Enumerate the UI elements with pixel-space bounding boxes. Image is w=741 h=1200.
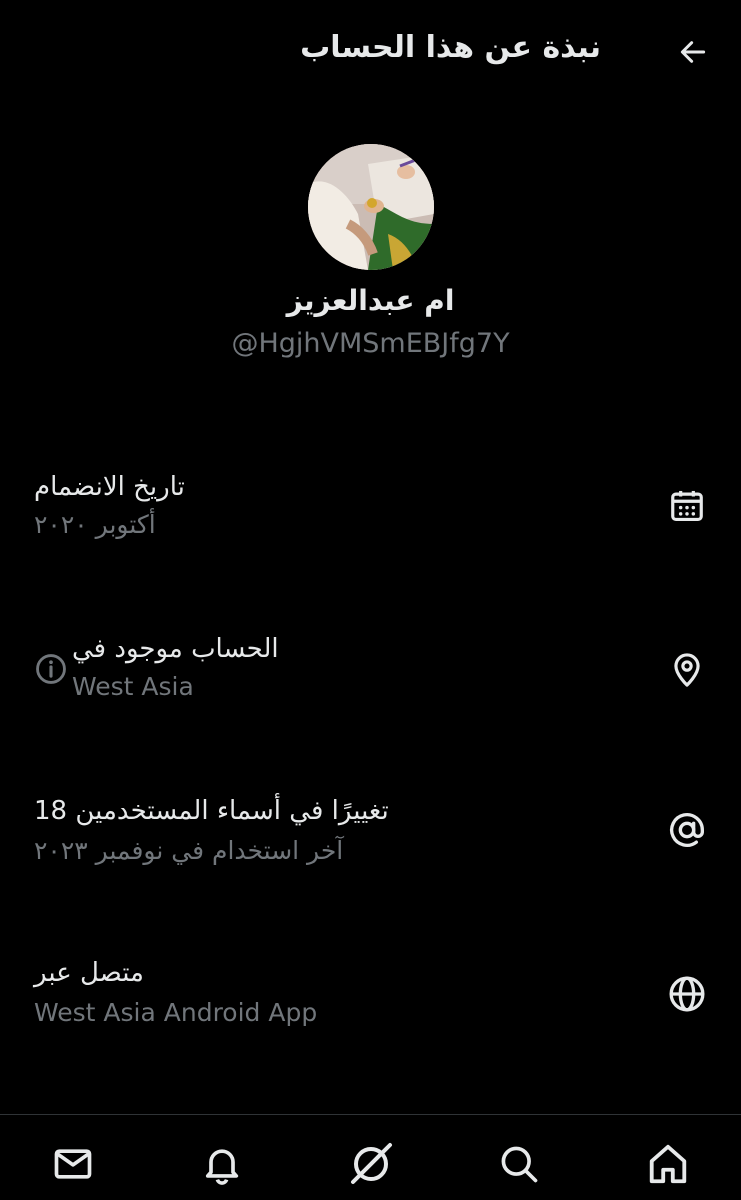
row-subtitle-join-date: أكتوبر ٢٠٢٠ [34,510,156,539]
calendar-icon [671,490,703,522]
row-icon-join-date [665,484,709,528]
row-title-join-date: تاريخ الانضمام [34,472,185,502]
row-title-username-changes: تغييرًا في أسماء المستخدمين 18 [34,796,389,826]
bell-icon [205,1149,239,1185]
info-row-join-date: تاريخ الانضمام أكتوبر ٢٠٢٠ [0,460,741,570]
search-icon [501,1146,538,1183]
avatar-image [308,144,434,270]
nav-grok-button[interactable] [346,1139,396,1189]
info-row-username-changes: تغييرًا في أسماء المستخدمين 18 آخر استخد… [0,786,741,896]
info-button[interactable] [34,652,68,686]
row-icon-connected-via [665,972,709,1016]
info-row-connected-via: متصل عبر West Asia Android App [0,950,741,1060]
row-subtitle-username-changes: آخر استخدام في نوفمبر ٢٠٢٣ [34,836,344,865]
mail-icon [54,1149,92,1179]
nav-notifications-button[interactable] [197,1139,247,1189]
back-button[interactable] [673,32,713,72]
row-subtitle-connected-via: West Asia Android App [34,998,318,1027]
nav-search-button[interactable] [494,1139,544,1189]
row-icon-username-changes [665,808,709,852]
globe-icon [669,976,705,1012]
about-account-page: نبذة عن هذا الحساب ام عبدالعزيز @HgjhVMS… [0,0,741,1200]
username-handle: @HgjhVMSmEBJfg7Y [231,328,510,359]
row-subtitle-account-location: West Asia [72,672,194,701]
grok-icon [351,1143,392,1184]
row-icon-account-location [665,648,709,692]
arrow-left-icon [680,41,706,63]
row-title-account-location: الحساب موجود في [72,634,279,664]
bottom-navigation-bar [0,1114,741,1200]
header: نبذة عن هذا الحساب [0,0,741,104]
page-title: نبذة عن هذا الحساب [300,30,601,65]
at-sign-icon [670,813,704,847]
info-icon [36,654,66,684]
avatar[interactable] [308,144,434,270]
info-row-account-location: الحساب موجود في West Asia [0,624,741,734]
display-name: ام عبدالعزيز [286,284,455,317]
location-pin-icon [674,653,700,687]
home-icon [649,1144,687,1184]
row-title-connected-via: متصل عبر [34,958,144,988]
nav-messages-button[interactable] [48,1139,98,1189]
nav-home-button[interactable] [643,1139,693,1189]
